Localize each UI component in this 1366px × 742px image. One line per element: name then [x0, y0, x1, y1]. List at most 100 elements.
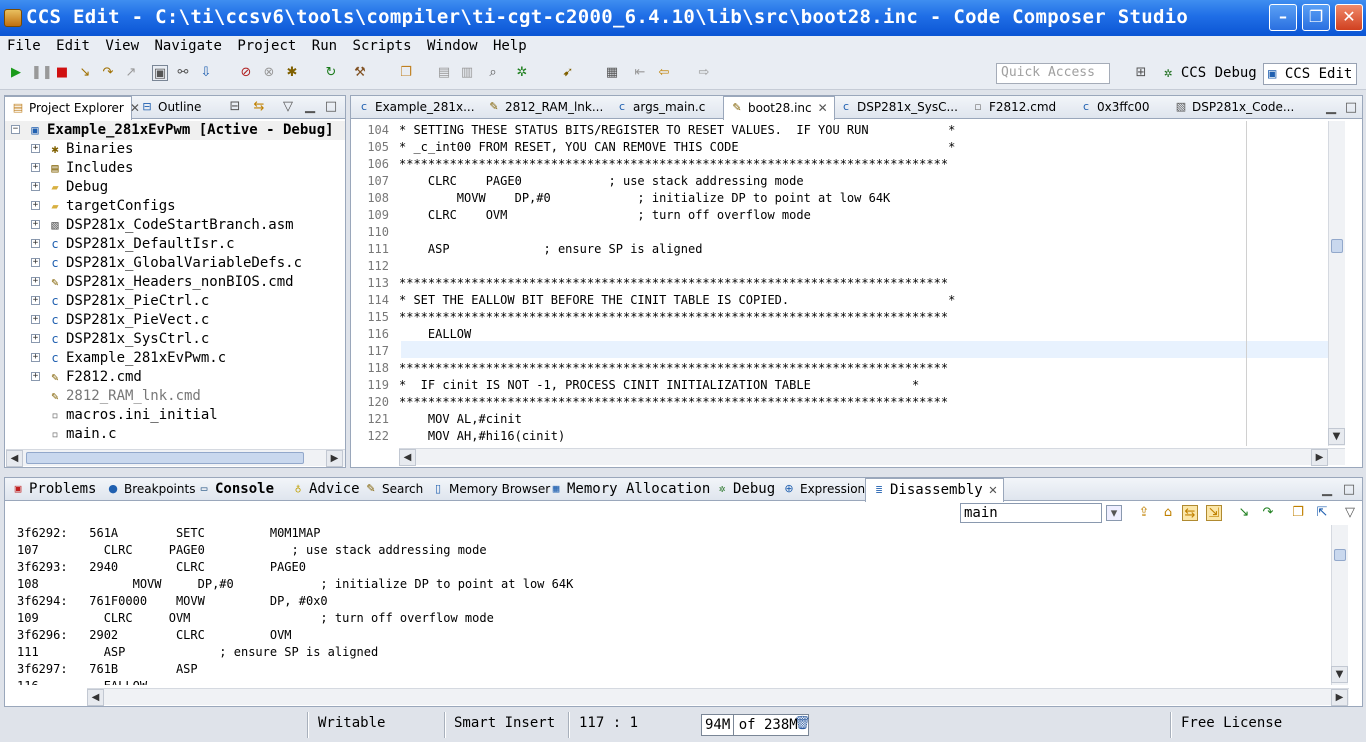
toggle-view-icon[interactable]: ▦: [604, 65, 620, 81]
forward-icon[interactable]: ⇨: [696, 65, 712, 81]
maximize-view-icon[interactable]: □: [1343, 100, 1359, 116]
view-menu-icon[interactable]: ▽: [280, 99, 296, 115]
save-icon[interactable]: ▤: [436, 65, 452, 81]
tab-outline[interactable]: ⊟ Outline: [134, 96, 207, 119]
explorer-hscrollbar[interactable]: ◀ ▶: [6, 449, 345, 467]
close-icon[interactable]: ✕: [989, 482, 997, 498]
terminate-icon[interactable]: ■: [54, 65, 70, 81]
bottom-tab[interactable]: ▯ Memory Browser: [425, 478, 556, 501]
run-tool-icon[interactable]: ➹: [560, 65, 576, 81]
step-over-icon[interactable]: ↷: [100, 65, 116, 81]
editor-tab[interactable]: ▧ DSP281x_Code...: [1168, 96, 1300, 119]
maximize-view-icon[interactable]: □: [1341, 482, 1357, 498]
scroll-right-icon[interactable]: ▶: [1311, 449, 1328, 466]
editor-tab[interactable]: c 0x3ffc00: [1073, 96, 1156, 119]
editor-tab[interactable]: ✎ boot28.inc ✕: [723, 96, 835, 120]
bottom-tab[interactable]: ▭ Console: [191, 478, 280, 501]
perspective-ccs-debug[interactable]: ✲ CCS Debug: [1160, 63, 1261, 85]
link-editor-icon[interactable]: ⇆: [251, 99, 267, 115]
suspend-icon[interactable]: ❚❚: [31, 65, 53, 81]
scroll-left-icon[interactable]: ◀: [399, 449, 416, 466]
editor-hscrollbar[interactable]: ◀ ▶: [399, 448, 1345, 466]
disassembly-vscrollbar[interactable]: ▼: [1331, 525, 1348, 685]
close-button[interactable]: ✕: [1335, 4, 1363, 31]
step-into-icon[interactable]: ↘: [77, 65, 93, 81]
tab-project-explorer[interactable]: ▤ Project Explorer ✕: [4, 96, 140, 120]
expand-icon[interactable]: +: [31, 277, 40, 286]
refresh-icon[interactable]: ↻: [323, 65, 339, 81]
maximize-button[interactable]: ❐: [1302, 4, 1330, 31]
expand-icon[interactable]: +: [31, 315, 40, 324]
debug-icon[interactable]: ✱: [284, 65, 300, 81]
minimize-view-icon[interactable]: ▁: [302, 99, 318, 115]
editor-tab[interactable]: c args_main.c: [609, 96, 711, 119]
step-return-icon[interactable]: ↗: [123, 65, 139, 81]
connect-icon[interactable]: ⚯: [175, 65, 191, 81]
link-with-active-icon[interactable]: ⇆: [1182, 505, 1198, 521]
home-icon[interactable]: ⌂: [1160, 505, 1176, 521]
back-icon[interactable]: ⇦: [656, 65, 672, 81]
scroll-thumb[interactable]: [26, 452, 304, 464]
show-source-icon[interactable]: ⇲: [1206, 505, 1222, 521]
bottom-tab[interactable]: ▦ Memory Allocation: [543, 478, 716, 501]
collapse-icon[interactable]: −: [11, 125, 20, 134]
menu-scripts[interactable]: Scripts: [346, 36, 412, 54]
scroll-right-icon[interactable]: ▶: [326, 450, 343, 467]
go-to-address-icon[interactable]: ⇪: [1136, 505, 1152, 521]
remove-breakpoints-icon[interactable]: ⊘: [238, 65, 254, 81]
maximize-view-icon[interactable]: □: [323, 99, 339, 115]
code-editor[interactable]: 104 * SETTING THESE STATUS BITS/REGISTER …: [351, 121, 1366, 446]
view-menu-icon[interactable]: ▽: [1342, 505, 1358, 521]
bottom-tab[interactable]: ≣ Disassembly ✕: [865, 478, 1005, 502]
scroll-thumb[interactable]: [1331, 239, 1343, 253]
close-icon[interactable]: ✕: [818, 101, 828, 115]
collapse-all-icon[interactable]: ⊟: [227, 99, 243, 115]
bottom-tab[interactable]: ✲ Debug: [709, 478, 781, 501]
perspective-ccs-edit[interactable]: ▣ CCS Edit: [1263, 63, 1358, 85]
bottom-tab[interactable]: ▣ Problems: [5, 478, 102, 501]
menu-navigate[interactable]: Navigate: [147, 36, 221, 54]
menu-edit[interactable]: Edit: [49, 36, 90, 54]
scroll-right-icon[interactable]: ▶: [1331, 689, 1348, 706]
editor-vscrollbar[interactable]: ▼: [1328, 121, 1345, 446]
step-into-icon[interactable]: ↘: [1236, 505, 1252, 521]
menu-run[interactable]: Run: [305, 36, 337, 54]
minimize-view-icon[interactable]: ▁: [1319, 482, 1335, 498]
expand-icon[interactable]: +: [31, 372, 40, 381]
scroll-left-icon[interactable]: ◀: [6, 450, 23, 467]
editor-tab[interactable]: ✎ 2812_RAM_lnk...: [481, 96, 609, 119]
scroll-down-icon[interactable]: ▼: [1328, 428, 1345, 445]
save-all-icon[interactable]: ▥: [459, 65, 475, 81]
disassembly-view[interactable]: 3f6292: 561A SETC M0M1MAP 107 CLRC PAGE0 …: [5, 525, 1335, 685]
expand-icon[interactable]: +: [31, 163, 40, 172]
minimize-button[interactable]: –: [1269, 4, 1297, 31]
expand-icon[interactable]: +: [31, 144, 40, 153]
menu-project[interactable]: Project: [230, 36, 296, 54]
expand-icon[interactable]: +: [31, 201, 40, 210]
open-perspective-icon[interactable]: ⊞: [1133, 65, 1149, 81]
quick-access-input[interactable]: Quick Access: [996, 63, 1110, 84]
bottom-tab[interactable]: ⊕ Expressions: [776, 478, 877, 501]
resume-icon[interactable]: ▶: [8, 65, 24, 81]
expand-icon[interactable]: +: [31, 239, 40, 248]
bottom-tab[interactable]: ♁ Advice: [285, 478, 366, 501]
editor-tab[interactable]: c Example_281x...: [351, 96, 481, 119]
skip-breakpoints-icon[interactable]: ⊗: [261, 65, 277, 81]
expand-icon[interactable]: +: [31, 220, 40, 229]
expand-icon[interactable]: +: [31, 182, 40, 191]
pin-icon[interactable]: ⇱: [1314, 505, 1330, 521]
last-edit-icon[interactable]: ⇤: [632, 65, 648, 81]
expand-icon[interactable]: +: [31, 258, 40, 267]
garbage-collect-icon[interactable]: 🗑: [794, 716, 811, 731]
menu-view[interactable]: View: [98, 36, 139, 54]
load-program-icon[interactable]: ⇩: [198, 65, 214, 81]
expand-icon[interactable]: +: [31, 353, 40, 362]
expand-icon[interactable]: +: [31, 334, 40, 343]
scroll-left-icon[interactable]: ◀: [87, 689, 104, 706]
disassembly-hscrollbar[interactable]: ◀ ▶: [87, 688, 1349, 706]
step-over-icon[interactable]: ↷: [1260, 505, 1276, 521]
search-icon[interactable]: ⌕: [485, 65, 501, 81]
build-icon[interactable]: ⚒: [352, 65, 368, 81]
expand-icon[interactable]: +: [31, 296, 40, 305]
new-target-config-icon[interactable]: ▣: [152, 65, 168, 81]
